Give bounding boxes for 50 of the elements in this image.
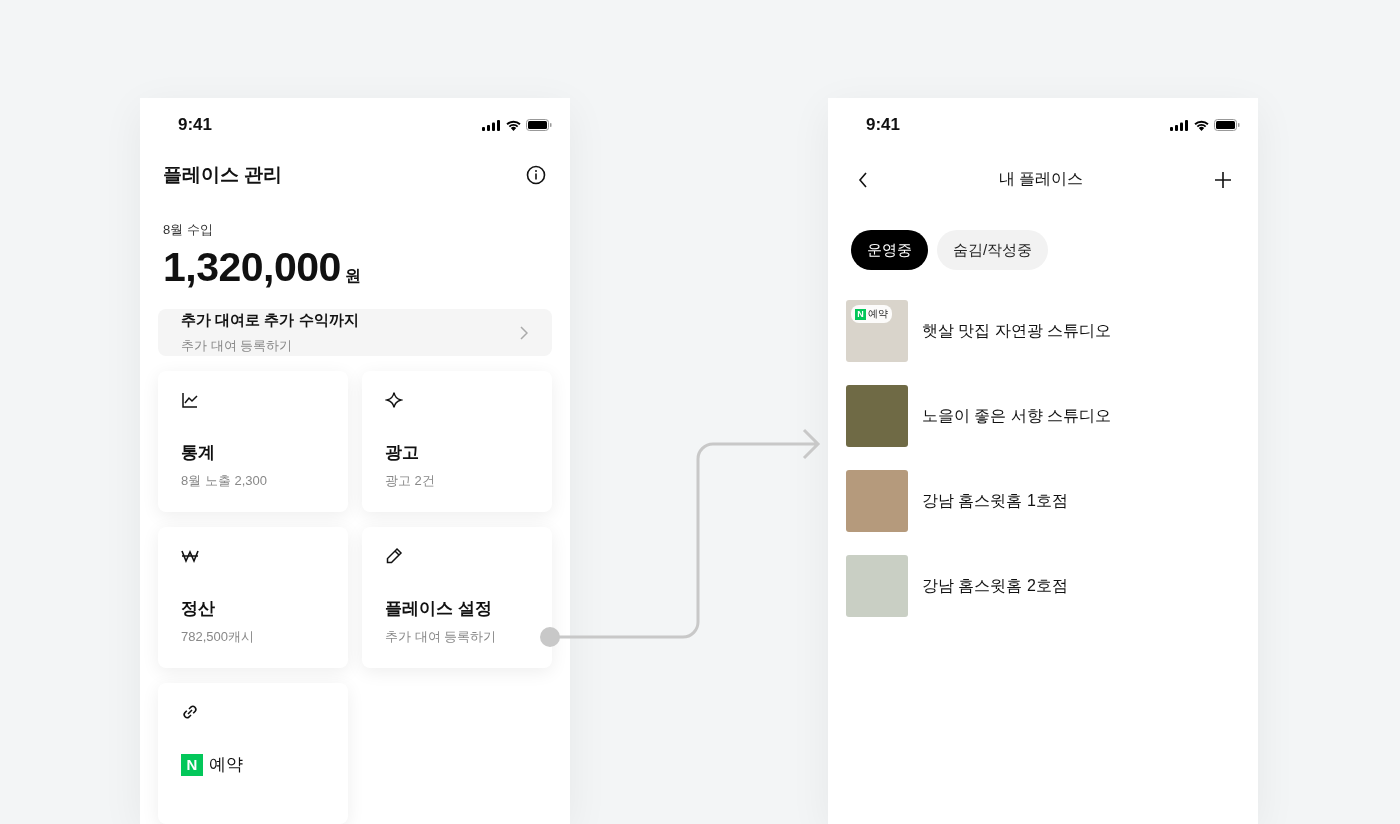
card-title: 광고 — [385, 442, 419, 464]
card-title: 플레이스 설정 — [385, 598, 492, 620]
battery-icon — [1214, 119, 1240, 131]
info-icon[interactable] — [526, 165, 546, 185]
page-title: 플레이스 관리 — [163, 163, 283, 187]
line-chart-icon — [181, 391, 199, 409]
link-icon — [181, 703, 199, 721]
menu-card[interactable]: 광고 광고 2건 — [362, 371, 552, 512]
banner-subtitle: 추가 대여 등록하기 — [181, 336, 294, 355]
place-name[interactable]: 노을이 좋은 서향 스튜디오 — [922, 405, 1112, 427]
signal-icon — [1170, 119, 1189, 131]
card-title: 정산 — [181, 598, 215, 620]
brand-logo: N — [855, 308, 866, 320]
currency-unit: 원 — [344, 266, 361, 286]
photo-placeholder — [846, 470, 908, 532]
card-subtitle: 8월 노출 2,300 — [181, 472, 267, 490]
place-name[interactable]: 햇살 맛집 자연광 스튜디오 — [922, 320, 1112, 342]
wifi-icon — [505, 119, 522, 131]
sparkle-icon — [385, 391, 403, 409]
place-name[interactable]: 강남 홈스윗홈 2호점 — [922, 575, 1068, 597]
chevron-right-icon — [520, 325, 528, 340]
status-time: 9:41 — [866, 115, 901, 135]
page-title: 내 플레이스 — [998, 169, 1084, 189]
signal-icon — [482, 119, 501, 131]
card-title: 통계 — [181, 442, 215, 464]
card-title: 예약 — [209, 754, 243, 776]
photo-placeholder — [846, 555, 908, 617]
promo-banner[interactable]: 추가 대여로 추가 수익까지 추가 대여 등록하기 — [158, 309, 552, 356]
banner-title: 추가 대여로 추가 수익까지 — [181, 310, 359, 330]
menu-card[interactable]: 통계 8월 노출 2,300 — [158, 371, 348, 512]
menu-card[interactable]: N 예약 — [158, 683, 348, 824]
pencil-icon — [385, 547, 403, 565]
filter-chip[interactable]: 숨김/작성중 — [937, 230, 1049, 270]
status-time: 9:41 — [178, 115, 213, 135]
place-name[interactable]: 강남 홈스윗홈 1호점 — [922, 490, 1068, 512]
card-subtitle: 추가 대여 등록하기 — [385, 628, 497, 646]
back-icon[interactable] — [858, 170, 868, 189]
income-label: 8월 수입 — [163, 221, 214, 239]
income-amount: 1,320,000 — [163, 244, 341, 291]
add-icon[interactable] — [1214, 170, 1232, 189]
battery-icon — [526, 119, 552, 131]
card-subtitle: 광고 2건 — [385, 472, 435, 490]
filter-chip[interactable]: 운영중 — [851, 230, 928, 270]
wifi-icon — [1193, 119, 1210, 131]
card-subtitle: 782,500캐시 — [181, 628, 254, 646]
menu-card[interactable]: 플레이스 설정 추가 대여 등록하기 — [362, 527, 552, 668]
brand-logo: N — [181, 753, 203, 776]
badge-label: 예약 — [868, 307, 888, 321]
menu-card[interactable]: 정산 782,500캐시 — [158, 527, 348, 668]
photo-placeholder — [846, 385, 908, 447]
